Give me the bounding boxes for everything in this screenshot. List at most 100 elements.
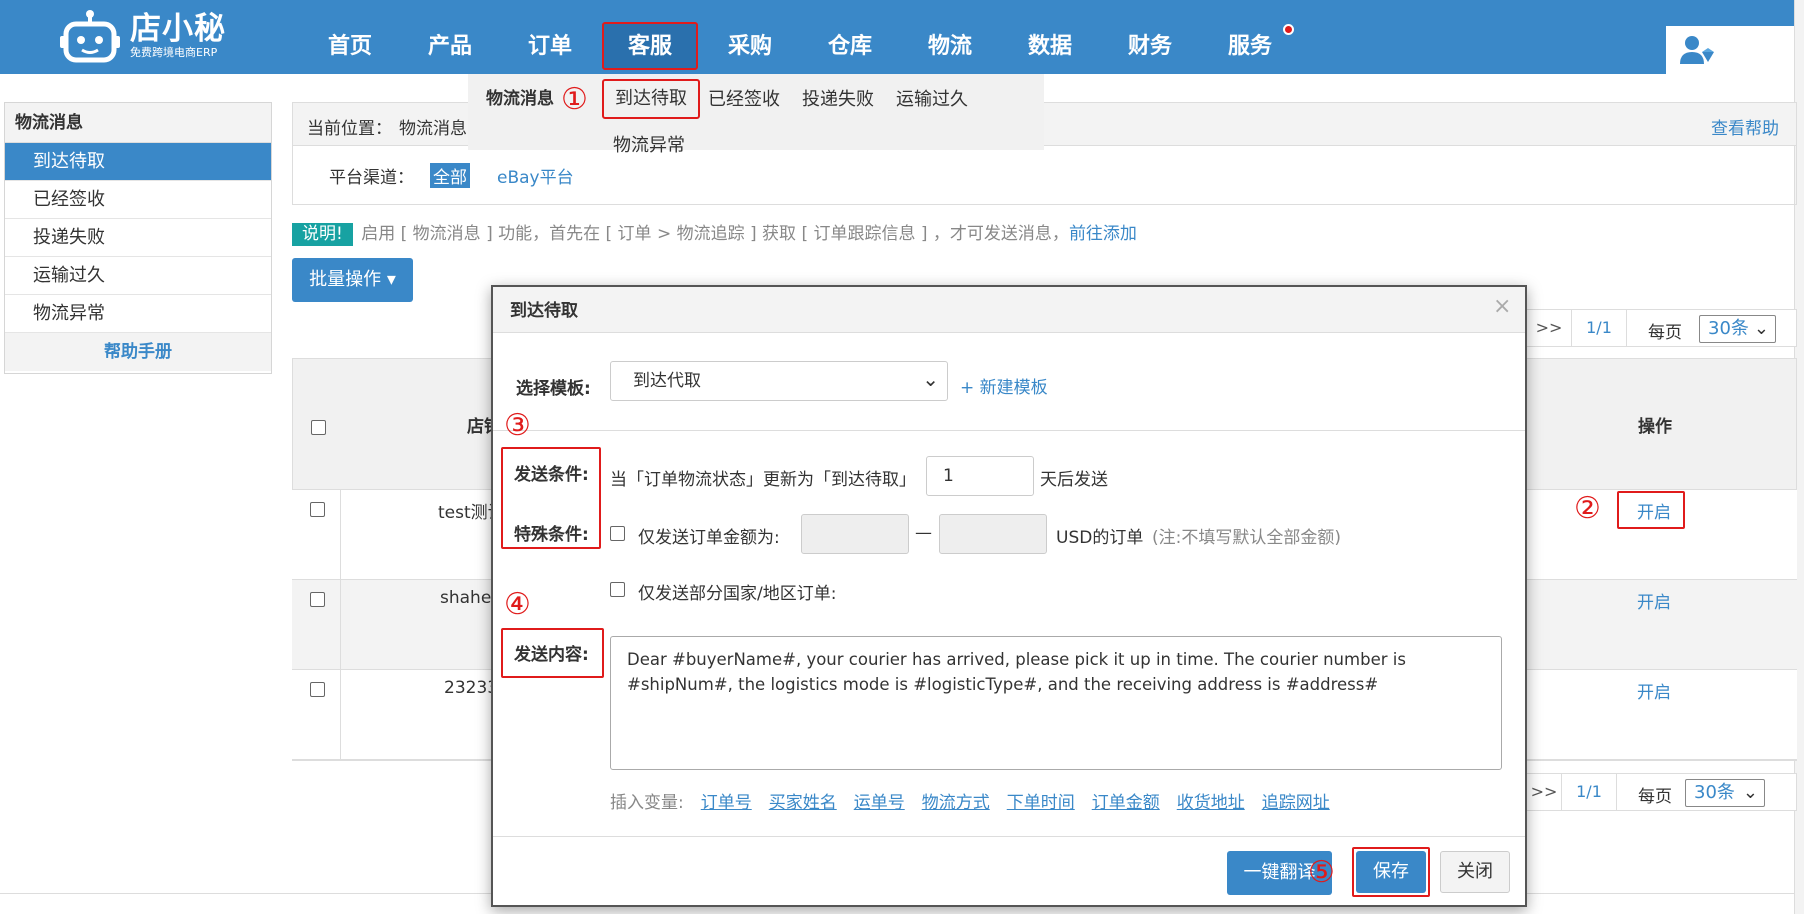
amount-note: (注:不填写默认全部金额) [1152, 528, 1341, 548]
per-page-label: 每页 [1638, 787, 1672, 807]
breadcrumb-label: 当前位置： [307, 119, 392, 139]
var-logistics-type[interactable]: 物流方式 [922, 788, 990, 813]
amount-max-input[interactable] [939, 514, 1047, 554]
per-page-select[interactable]: 30条 ⌄ [1685, 779, 1765, 807]
send-days-input[interactable]: 1 [926, 456, 1034, 496]
insert-variables: 插入变量: 订单号 买家姓名 运单号 物流方式 下单时间 订单金额 收货地址 追… [610, 788, 1330, 813]
row-enable-link[interactable]: 开启 [1637, 678, 1671, 703]
nav-orders[interactable]: 订单 [500, 0, 600, 74]
annotation-3: ③ [504, 408, 531, 443]
pager-page: 1/1 [1571, 309, 1627, 347]
nav-purchasing[interactable]: 采购 [700, 0, 800, 74]
annotation-2: ② [1574, 491, 1601, 526]
view-help-link[interactable]: 查看帮助 [1711, 114, 1779, 139]
country-filter-checkbox[interactable] [610, 582, 625, 597]
var-order-amount[interactable]: 订单金额 [1092, 788, 1160, 813]
var-buyer-name[interactable]: 买家姓名 [769, 788, 837, 813]
nav-products[interactable]: 产品 [400, 0, 500, 74]
chevron-down-icon: ⌄ [1742, 782, 1758, 803]
column-divider [340, 490, 341, 760]
var-ship-no[interactable]: 运单号 [854, 788, 905, 813]
modal-close-icon[interactable]: × [1493, 294, 1511, 319]
pager-next[interactable]: >> [1527, 309, 1572, 347]
breadcrumb-current: 物流消息 [399, 119, 467, 139]
user-area[interactable] [1666, 26, 1804, 74]
sidebar-item-logistics-exception[interactable]: 物流异常 [5, 295, 271, 333]
nav-customer-service[interactable]: 客服 [600, 0, 700, 74]
amount-min-input[interactable] [801, 514, 909, 554]
chevron-down-icon: ⌄ [922, 367, 939, 391]
nav-services[interactable]: 服务 [1200, 0, 1300, 74]
country-filter-label: 仅发送部分国家/地区订单: [638, 584, 837, 604]
sidebar-item-arrived[interactable]: 到达待取 [5, 143, 271, 181]
template-select[interactable]: 到达代取 ⌄ [610, 361, 948, 401]
modal-title: 到达待取 [510, 301, 578, 321]
platform-label: 平台渠道： [329, 168, 414, 188]
content-textarea[interactable]: Dear #buyerName#, your courier has arriv… [610, 636, 1502, 770]
pager-page: 1/1 [1561, 773, 1617, 811]
platform-option-all[interactable]: 全部 [430, 163, 470, 188]
submenu-item-logistics-exception[interactable]: 物流异常 [613, 131, 685, 157]
sidebar-item-signed[interactable]: 已经签收 [5, 181, 271, 219]
select-all-checkbox[interactable] [311, 420, 326, 435]
user-icon[interactable] [1678, 34, 1718, 71]
submenu-item-transit-too-long[interactable]: 运输过久 [896, 85, 968, 111]
logo-name: 店小秘 [130, 11, 226, 47]
new-template-link[interactable]: + 新建模板 [960, 373, 1048, 398]
row-enable-link[interactable]: 开启 [1637, 588, 1671, 613]
help-manual-link[interactable]: 帮助手册 [5, 333, 271, 371]
sidebar-item-delivery-failed[interactable]: 投递失败 [5, 219, 271, 257]
modal-header [493, 287, 1525, 333]
submenu-title: 物流消息 [486, 89, 554, 109]
batch-operation-button[interactable]: 批量操作 ▾ [292, 258, 413, 302]
per-page-select[interactable]: 30条 ⌄ [1699, 315, 1776, 343]
notice-bar: 说明! 启用 [ 物流消息 ] 功能，首先在 [ 订单 > 物流追踪 ] 获取 … [292, 219, 1137, 246]
send-condition-suffix: 天后发送 [1040, 470, 1108, 490]
platform-option-ebay[interactable]: eBay平台 [497, 163, 574, 188]
app-logo[interactable]: 店小秘 免费跨境电商ERP [60, 6, 226, 66]
nav-logistics[interactable]: 物流 [900, 0, 1000, 74]
nav-finance[interactable]: 财务 [1100, 0, 1200, 74]
content-label: 发送内容: [514, 645, 589, 665]
annotation-4: ④ [504, 587, 531, 622]
var-tracking-url[interactable]: 追踪网址 [1262, 788, 1330, 813]
nav-data[interactable]: 数据 [1000, 0, 1100, 74]
submenu-item-signed[interactable]: 已经签收 [708, 85, 780, 111]
var-order-no[interactable]: 订单号 [701, 788, 752, 813]
robot-logo-icon [60, 8, 120, 64]
sidebar: 物流消息 到达待取 已经签收 投递失败 运输过久 物流异常 帮助手册 [4, 102, 272, 374]
row-enable-link[interactable]: 开启 [1637, 498, 1671, 523]
modal-footer-divider [493, 836, 1525, 837]
platform-filter: 平台渠道： 全部 eBay平台 [292, 145, 1797, 205]
row-checkbox[interactable] [310, 682, 325, 697]
sidebar-item-transit-too-long[interactable]: 运输过久 [5, 257, 271, 295]
modal-divider [493, 430, 1525, 431]
save-button[interactable]: 保存 [1356, 851, 1426, 893]
row-checkbox[interactable] [310, 502, 325, 517]
var-order-time[interactable]: 下单时间 [1007, 788, 1075, 813]
main-nav: 首页 产品 订单 客服 采购 仓库 物流 数据 财务 服务 [300, 0, 1300, 74]
send-condition-text: 当「订单物流状态」更新为「到达待取」 [610, 470, 916, 490]
row-store: 23233 [444, 678, 499, 698]
per-page-label: 每页 [1648, 323, 1682, 343]
close-button[interactable]: 关闭 [1440, 851, 1510, 893]
row-store: shahe [440, 588, 492, 608]
go-add-link[interactable]: 前往添加 [1069, 224, 1137, 244]
send-condition-label: 发送条件: [514, 465, 589, 485]
pager-next[interactable]: >> [1527, 773, 1562, 811]
special-condition-label: 特殊条件: [514, 525, 589, 545]
amount-dash: — [915, 523, 932, 543]
var-address[interactable]: 收货地址 [1177, 788, 1245, 813]
notice-text: 启用 [ 物流消息 ] 功能，首先在 [ 订单 > 物流追踪 ] 获取 [ 订单… [361, 224, 1069, 244]
amount-suffix: USD的订单 [1056, 528, 1144, 548]
nav-warehouse[interactable]: 仓库 [800, 0, 900, 74]
amount-filter-checkbox[interactable] [610, 526, 625, 541]
insert-label: 插入变量: [610, 793, 684, 813]
row-checkbox[interactable] [310, 592, 325, 607]
pager-bottom: >> 1/1 每页 30条 ⌄ [1527, 773, 1797, 813]
amount-filter-label: 仅发送订单金额为: [638, 528, 780, 548]
nav-home[interactable]: 首页 [300, 0, 400, 74]
submenu-item-arrived[interactable]: 到达待取 [602, 79, 700, 119]
submenu-item-delivery-failed[interactable]: 投递失败 [802, 85, 874, 111]
sidebar-header: 物流消息 [5, 103, 271, 143]
